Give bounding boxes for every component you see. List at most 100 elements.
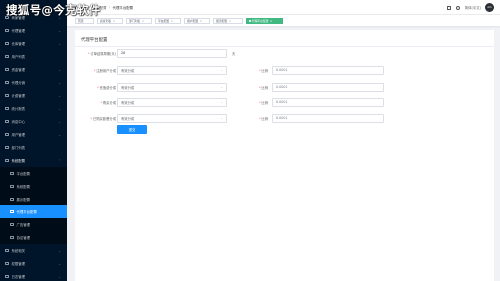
chevron-down-icon: ⌄ bbox=[58, 67, 61, 72]
sidebar-item-label: 平台配置 bbox=[16, 172, 31, 176]
register-share-select[interactable]: 有效分成 ⌄ bbox=[117, 66, 227, 75]
close-icon[interactable]: × bbox=[270, 19, 272, 23]
close-icon[interactable]: × bbox=[142, 19, 144, 23]
sidebar-item-logs[interactable]: 日志管理 ⌄ bbox=[0, 270, 67, 281]
sidebar-subitem-ads[interactable]: 广告管理 bbox=[0, 218, 67, 231]
tag-home[interactable]: 首页 bbox=[75, 18, 94, 24]
purchase-share-select[interactable]: 有效分成 ⌄ bbox=[117, 98, 227, 107]
sidebar-item-user-manage[interactable]: 用户管理 ⌄ bbox=[0, 128, 67, 141]
settlement-period-input[interactable]: 20 bbox=[117, 49, 227, 58]
label-text: 比例 bbox=[261, 101, 268, 105]
chevron-down-icon: ⌄ bbox=[58, 41, 61, 46]
label-text: 比例 bbox=[261, 86, 268, 90]
settlement-period-unit: 天 bbox=[232, 52, 236, 56]
sidebar-item-agent[interactable]: 代理管理 ⌄ bbox=[0, 24, 67, 37]
avatar[interactable]: Am bbox=[485, 3, 494, 12]
tag-label: 部门列表 bbox=[129, 19, 141, 23]
tag-label: 展示配置 bbox=[216, 19, 228, 23]
sidebar-item-departments[interactable]: 部门列表 bbox=[0, 141, 67, 154]
sidebar-item-label: 代理分销 bbox=[11, 81, 26, 85]
sidebar: 商家管理 ⌄ 代理管理 ⌄ 仓库管理 ⌄ 用户列表 资金管理 ⌄ 代理分销 ⌄ 计费管理 ⌄… bbox=[0, 0, 67, 281]
sidebar-item-label: 系统配置 bbox=[11, 159, 26, 163]
page-title: 代理平台配置 bbox=[81, 38, 108, 43]
sidebar-item-funds[interactable]: 资金管理 ⌄ bbox=[0, 63, 67, 76]
sidebar-item-reports[interactable]: 统计报表 ⌄ bbox=[0, 102, 67, 115]
sidebar-item-label: 统计报表 bbox=[11, 107, 26, 111]
language-select[interactable]: 简体(中文) bbox=[465, 5, 481, 10]
lock-icon bbox=[5, 261, 9, 266]
required-mark: * bbox=[90, 117, 93, 121]
chevron-down-icon: ⌄ bbox=[58, 248, 61, 253]
breadcrumb-current: 代理平台配置 bbox=[112, 5, 133, 10]
sidebar-item-distribution[interactable]: 代理分销 ⌄ bbox=[0, 76, 67, 89]
purchase-share-label: *购买分成 bbox=[100, 100, 116, 105]
package-share-select[interactable]: 有效分成 ⌄ bbox=[117, 114, 227, 123]
label-text: 购买分成 bbox=[102, 101, 116, 105]
tag-department-list[interactable]: 部门列表 × bbox=[126, 18, 152, 24]
warehouse-icon bbox=[5, 41, 9, 46]
chevron-down-icon: ⌄ bbox=[58, 93, 61, 98]
tag-merchant-list[interactable]: 商家列表 × bbox=[97, 18, 123, 24]
config-card: 代理平台配置 *订单结算周期(天) 20 天 *注册用户分成 有效分成 ⌄ *比例… bbox=[75, 30, 494, 281]
label-text: 注册用户分成 bbox=[96, 69, 116, 73]
label-text: 比例 bbox=[261, 69, 268, 73]
register-ratio-input[interactable]: 0.0001 bbox=[272, 66, 384, 75]
language-icon[interactable] bbox=[455, 5, 460, 10]
sidebar-subitem-agreements[interactable]: 协议管理 bbox=[0, 231, 67, 244]
sidebar-item-label: 系统相关 bbox=[11, 249, 26, 253]
sidebar-item-label: 消息中心 bbox=[11, 120, 26, 124]
billing-icon bbox=[5, 93, 9, 98]
fullscreen-icon[interactable] bbox=[446, 5, 451, 10]
sidebar-subitem-platform-config[interactable]: 平台配置 bbox=[0, 167, 67, 180]
users-icon bbox=[5, 132, 9, 137]
close-icon[interactable]: × bbox=[200, 19, 202, 23]
submit-button[interactable]: 提交 bbox=[117, 125, 147, 134]
package-ratio-input[interactable]: 0.0001 bbox=[272, 114, 384, 123]
header-tools: 简体(中文) Am bbox=[446, 0, 494, 15]
tag-agent-platform-config[interactable]: 代理平台配置 × bbox=[246, 18, 283, 24]
sidebar-item-label: 广告管理 bbox=[16, 223, 31, 227]
recharge-share-label: *充值费分成 bbox=[97, 85, 116, 90]
tag-platform-config[interactable]: 平台配置 × bbox=[155, 18, 181, 24]
chevron-down-icon: ⌄ bbox=[220, 85, 223, 90]
sidebar-item-label: 代理平台配置 bbox=[16, 210, 37, 214]
sidebar-item-label: 权限管理 bbox=[11, 262, 26, 266]
sidebar-item-billing[interactable]: 计费管理 ⌄ bbox=[0, 89, 67, 102]
sidebar-item-warehouse[interactable]: 仓库管理 ⌄ bbox=[0, 37, 67, 50]
sidebar-item-permissions[interactable]: 权限管理 ⌄ bbox=[0, 257, 67, 270]
chevron-down-icon: ⌄ bbox=[58, 132, 61, 137]
sidebar-item-label: 资金管理 bbox=[11, 68, 26, 72]
sidebar-item-system-config[interactable]: 系统配置 ⌃ bbox=[0, 154, 67, 167]
recharge-ratio-label: *比例 bbox=[259, 85, 268, 90]
chevron-down-icon: ⌄ bbox=[58, 119, 61, 124]
sidebar-subitem-agent-platform-config[interactable]: 代理平台配置 bbox=[0, 205, 67, 218]
chevron-down-icon: ⌄ bbox=[58, 28, 61, 33]
sidebar-item-messages[interactable]: 消息中心 ⌄ bbox=[0, 115, 67, 128]
gear-icon bbox=[5, 158, 9, 163]
sidebar-item-label: 协议管理 bbox=[16, 236, 31, 240]
recharge-ratio-input[interactable]: 0.0001 bbox=[272, 83, 384, 92]
select-value: 有效分成 bbox=[121, 100, 135, 105]
purchase-ratio-input[interactable]: 0.0001 bbox=[272, 98, 384, 107]
agent-config-icon bbox=[10, 209, 14, 214]
close-icon[interactable]: × bbox=[171, 19, 173, 23]
chevron-down-icon: ⌄ bbox=[220, 116, 223, 121]
close-icon[interactable]: × bbox=[229, 19, 231, 23]
tag-display-config[interactable]: 展示配置 × bbox=[213, 18, 243, 24]
close-icon[interactable]: × bbox=[113, 19, 115, 23]
register-ratio-label: *比例 bbox=[259, 68, 268, 73]
display-icon bbox=[10, 197, 14, 202]
sidebar-subitem-system-config[interactable]: 系统配置 bbox=[0, 180, 67, 193]
sidebar-item-user-list[interactable]: 用户列表 bbox=[0, 50, 67, 63]
chart-icon bbox=[5, 106, 9, 111]
recharge-share-select[interactable]: 有效分成 ⌄ bbox=[117, 83, 227, 92]
tag-label: 商家列表 bbox=[100, 19, 112, 23]
platform-icon bbox=[10, 171, 14, 176]
share-icon bbox=[5, 80, 9, 85]
package-share-label: *已购买套餐分成 bbox=[90, 116, 116, 121]
user-icon bbox=[5, 54, 9, 59]
tag-user-config[interactable]: 用户配置 × bbox=[184, 18, 210, 24]
sidebar-item-system-related[interactable]: 系统相关 ⌄ bbox=[0, 244, 67, 257]
select-value: 有效分成 bbox=[121, 85, 135, 90]
tag-label: 平台配置 bbox=[158, 19, 170, 23]
